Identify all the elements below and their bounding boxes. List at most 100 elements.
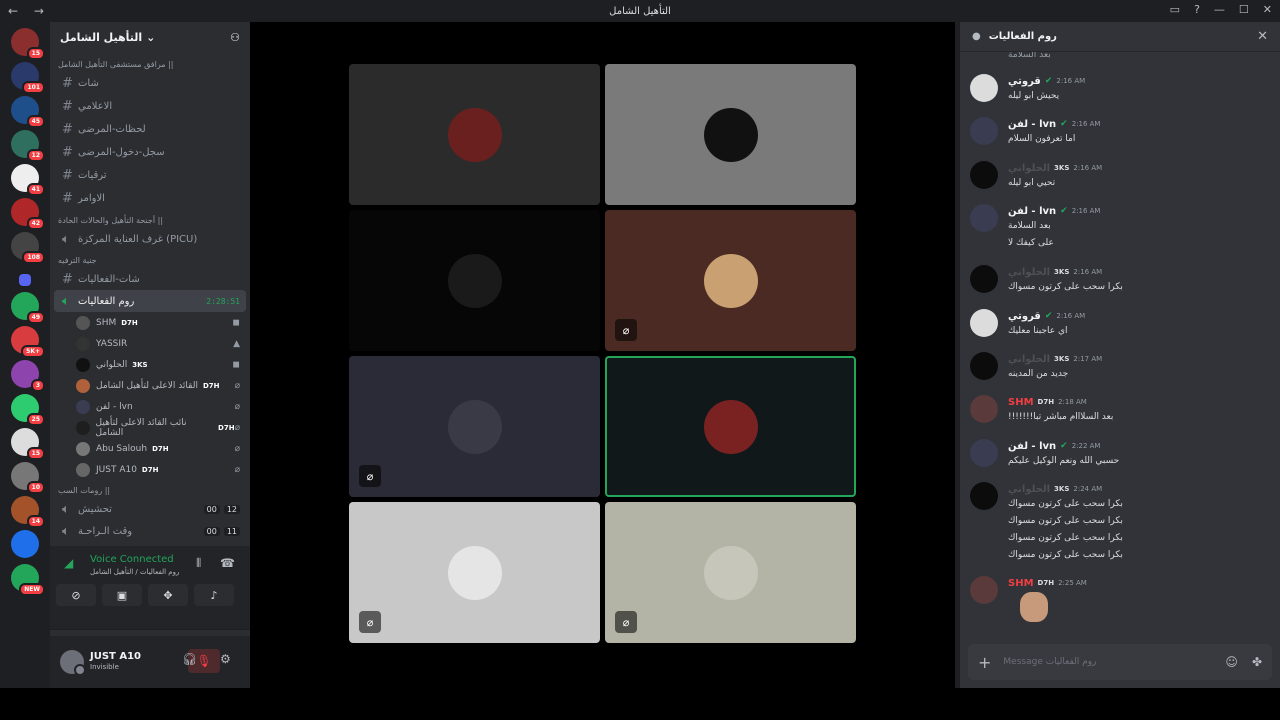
text-channel[interactable]: # شات [54,72,246,95]
message-input[interactable]: Message روم الفعاليات [1003,657,1096,667]
server-icon[interactable]: 15 [11,428,45,460]
server-icon[interactable]: 45 [11,96,45,128]
avatar[interactable] [970,265,998,293]
avatar[interactable] [60,650,86,676]
voice-channel[interactable]: 🔈︎ وقت الـراحـة 00 11 [54,520,246,542]
message-author[interactable]: لفن - lvn [1008,119,1056,130]
voice-user[interactable]: JUST A10 D7H ⌀ [76,459,250,480]
avatar[interactable] [970,576,998,604]
help-icon[interactable]: ? [1194,3,1200,16]
inbox-icon[interactable]: ▭ [1170,3,1180,16]
server-icon[interactable]: 5K+ [11,326,45,358]
text-channel[interactable]: # الاعلامي [54,95,246,118]
avatar[interactable] [970,117,998,145]
maximize-button[interactable]: ☐ [1239,3,1249,16]
mic-muted-icon: ⌀ [234,401,240,412]
plus-icon[interactable]: + [978,653,991,672]
voice-user[interactable]: نائب القائد الاعلى لتأهيل الشامل D7H ⌀ [76,417,250,438]
server-icon[interactable]: 42 [11,198,45,230]
avatar[interactable] [970,395,998,423]
add-member-icon[interactable]: ⚇ [230,31,240,44]
text-channel[interactable]: # ترقيات [54,164,246,187]
text-channel[interactable]: # الاوامر [54,187,246,210]
category-header[interactable]: أجنحة التأهيل والحالات الحادة || [50,210,250,228]
message-author[interactable]: لفن - lvn [1008,441,1056,452]
activities-button[interactable]: ✥ [148,584,188,606]
category-header[interactable]: رومات السب || [50,480,250,498]
noise-suppression-icon[interactable]: ⦀ [196,556,201,571]
server-icon[interactable]: 14 [11,496,45,528]
emoji-icon[interactable]: ☺ [1225,655,1238,669]
text-channel[interactable]: # سجل-دخول-المرضى [54,141,246,164]
text-channel[interactable]: # شات-الفعاليات [54,268,246,290]
close-icon[interactable]: ✕ [1257,29,1268,44]
server-tag: D7H [1037,398,1055,406]
avatar[interactable] [970,204,998,232]
message-author[interactable]: SHM [1008,578,1034,589]
message-author[interactable]: الحلواني [1008,267,1050,278]
voice-user[interactable]: لفن - lvn ⌀ [76,396,250,417]
participant-tile[interactable]: ⌀ [349,356,600,497]
participant-tile[interactable] [605,64,856,205]
message-author[interactable]: لفن - lvn [1008,206,1056,217]
voice-channel[interactable]: 🔈︎ تحشيش 00 12 [54,498,246,520]
server-icon[interactable]: 108 [11,232,45,264]
participant-tile[interactable]: ⌀ [605,502,856,643]
soundboard-button[interactable]: ♪ [194,584,234,606]
category-header[interactable]: جنية الترفيه [50,250,250,268]
text-channel[interactable]: # لحظات-المرضى [54,118,246,141]
message-author[interactable]: الحلواني [1008,484,1050,495]
server-icon[interactable]: 3 [11,360,45,392]
avatar[interactable] [970,439,998,467]
voice-channel-picu[interactable]: 🔈︎ غرف العناية المركزة (PICU) [54,228,246,250]
server-icon[interactable]: 49 [11,292,45,324]
category-header[interactable]: مرافق مستشفى التأهيل الشامل || [50,54,250,72]
voice-user[interactable]: الحلواني 3KS ◼ [76,354,250,375]
message-author[interactable]: SHM [1008,397,1034,408]
camera-off-button[interactable]: ⊘ [56,584,96,606]
headphones-icon[interactable]: 🎧︎ [182,652,197,666]
message-timestamp: 2:16 AM [1073,164,1103,172]
participant-tile[interactable] [349,64,600,205]
participant-tile[interactable] [349,210,600,351]
voice-channel-active[interactable]: 🔈︎ روم الفعاليات 2:28:51 [54,290,246,312]
avatar[interactable] [970,74,998,102]
signal-icon[interactable]: ◢ [64,556,73,570]
server-icon[interactable]: NEW [11,564,45,596]
avatar[interactable] [970,482,998,510]
server-icon[interactable]: 15 [11,28,45,60]
participant-tile[interactable] [605,356,856,497]
avatar[interactable] [970,352,998,380]
message-author[interactable]: قروتي [1008,76,1041,87]
minimize-button[interactable]: — [1214,3,1225,16]
server-icon[interactable]: 10 [11,462,45,494]
message-author[interactable]: الحلواني [1008,354,1050,365]
voice-connected-sub[interactable]: روم الفعاليات / التأهيل الشامل [90,568,179,576]
voice-user[interactable]: القائد الاعلى لتأهيل الشامل D7H ⌀ [76,375,250,396]
gear-icon[interactable]: ⚙ [220,652,231,666]
server-icon[interactable]: 12 [11,130,45,162]
voice-user[interactable]: Abu Salouh D7H ⌀ [76,438,250,459]
server-icon[interactable]: 25 [11,394,45,426]
voice-user[interactable]: YASSIR ▲ [76,333,250,354]
server-icon[interactable]: 41 [11,164,45,196]
disconnect-icon[interactable]: ☎ [220,556,235,570]
guild-header[interactable]: التأهيل الشامل ⌄ ⚇ [50,22,250,52]
server-icon[interactable] [19,274,31,286]
avatar[interactable] [970,309,998,337]
chat-message: SHM D7H 2:18 AM بعد السلااام مباشر تبا!!!!!… [970,395,1270,426]
user-count: 00 [203,504,220,514]
screen-share-button[interactable]: ▣ [102,584,142,606]
voice-user[interactable]: SHM D7H ◼ [76,312,250,333]
server-icon[interactable]: 101 [11,62,45,94]
mic-muted-icon: ◼ [232,359,240,370]
server-icon[interactable] [11,530,39,558]
message-author[interactable]: قروتي [1008,311,1041,322]
close-window-button[interactable]: ✕ [1263,3,1272,16]
apps-icon[interactable]: ✤ [1252,655,1262,669]
participant-tile[interactable]: ⌀ [605,210,856,351]
message-author[interactable]: الحلواني [1008,163,1050,174]
message-composer[interactable]: + Message روم الفعاليات ☺ ✤ [968,644,1272,680]
avatar[interactable] [970,161,998,189]
participant-tile[interactable]: ⌀ [349,502,600,643]
